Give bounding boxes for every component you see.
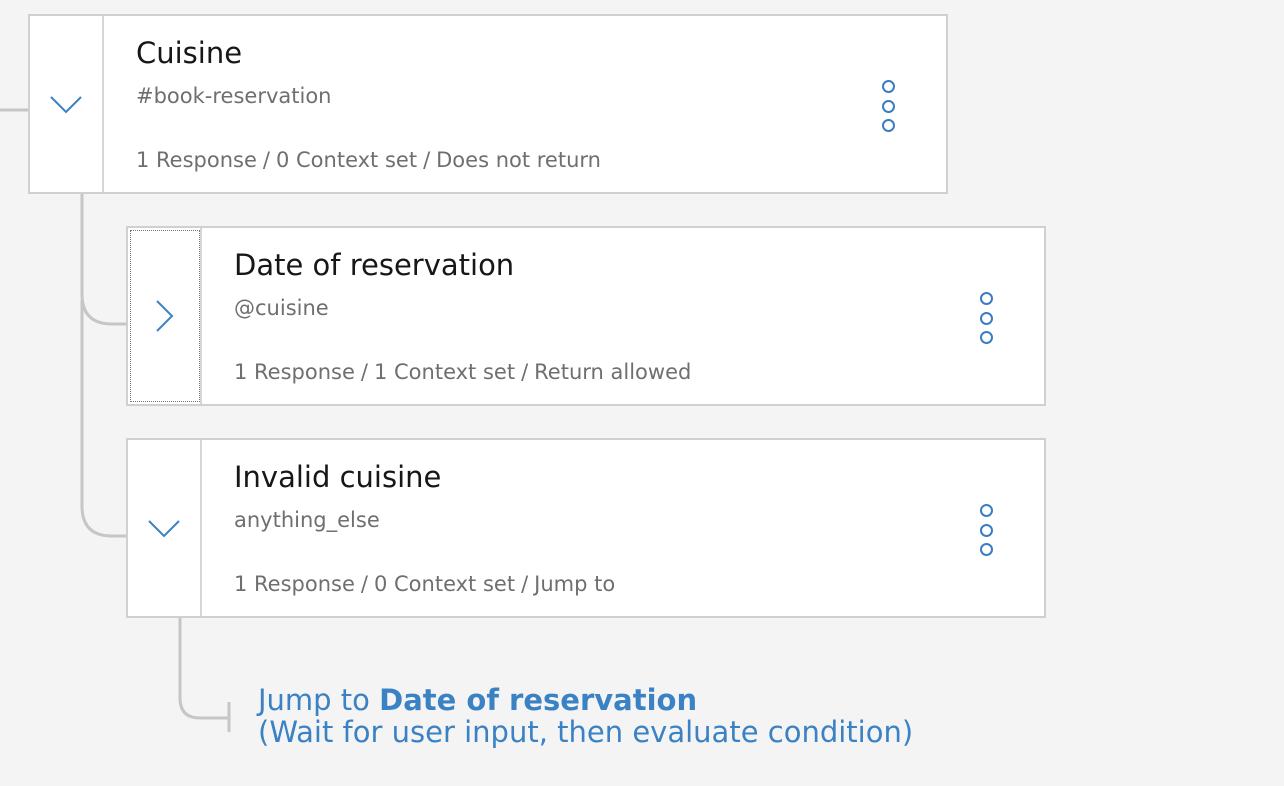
response-count: 1 Response <box>234 572 355 596</box>
summary-separator: / <box>360 572 368 596</box>
overflow-dot <box>881 119 895 132</box>
node-condition: #book-reservation <box>136 84 332 108</box>
response-count: 1 Response <box>136 148 257 172</box>
context-count: 0 Context set <box>373 572 516 596</box>
node-title: Date of reservation <box>234 248 515 282</box>
node-title: Invalid cuisine <box>234 460 442 494</box>
overflow-dot <box>979 292 993 305</box>
node-summary: 1 Response/1 Context set / Return allowed <box>234 360 691 384</box>
node-summary: 1 Response/0 Context set / Jump to <box>234 572 615 596</box>
summary-separator: / <box>521 360 529 384</box>
connector-invalid-to-jump <box>178 616 229 720</box>
node-expand-toggle[interactable] <box>128 228 202 404</box>
node-condition: @cuisine <box>234 296 329 320</box>
return-behavior: Jump to <box>534 572 616 596</box>
overflow-dot <box>979 543 993 556</box>
overflow-dot <box>881 80 895 93</box>
return-behavior: Does not return <box>436 148 601 172</box>
summary-separator: / <box>423 148 431 172</box>
overflow-dot <box>979 523 993 537</box>
dialog-node-invalid-cuisine[interactable]: Invalid cuisine anything_else 1 Response… <box>126 438 1046 618</box>
summary-separator: / <box>262 148 270 172</box>
connector-cuisine-to-invalid <box>80 300 128 538</box>
node-expand-toggle[interactable] <box>128 440 202 616</box>
dialog-node-date-of-reservation[interactable]: Date of reservation @cuisine 1 Response /… <box>126 226 1046 406</box>
summary-separator: / <box>360 360 368 384</box>
return-behavior: Return allowed <box>534 360 692 384</box>
jump-target: Date of reservation <box>379 683 698 717</box>
chevron-down-icon <box>50 96 82 114</box>
node-expand-toggle[interactable] <box>30 16 104 192</box>
overflow-dot <box>979 311 993 325</box>
dialog-node-cuisine[interactable]: Cuisine #book-reservation 1 Response/0 C… <box>28 14 948 194</box>
summary-separator: / <box>521 572 529 596</box>
response-count: 1 Response <box>234 360 355 384</box>
chevron-down-icon <box>148 520 180 538</box>
overflow-dot <box>881 99 895 113</box>
overflow-menu-icon[interactable] <box>976 292 996 344</box>
context-count: 1 Context set <box>373 360 516 384</box>
jump-detail: (Wait for user input, then evaluate cond… <box>258 715 914 749</box>
jump-prefix: Jump to <box>258 683 370 717</box>
context-count: 0 Context set <box>275 148 418 172</box>
overflow-menu-icon[interactable] <box>878 80 898 132</box>
jump-to-link[interactable]: Jump to Date of reservation (Wait for us… <box>258 684 913 748</box>
node-condition: anything_else <box>234 508 380 532</box>
jump-to-line: Jump to Date of reservation <box>258 684 913 716</box>
overflow-dot <box>979 331 993 344</box>
node-title: Cuisine <box>136 36 243 70</box>
overflow-dot <box>979 504 993 517</box>
chevron-right-icon <box>156 300 174 332</box>
node-summary: 1 Response/0 Context set / Does not return <box>136 148 601 172</box>
overflow-menu-icon[interactable] <box>976 504 996 556</box>
connector-cuisine-to-date <box>80 192 128 326</box>
